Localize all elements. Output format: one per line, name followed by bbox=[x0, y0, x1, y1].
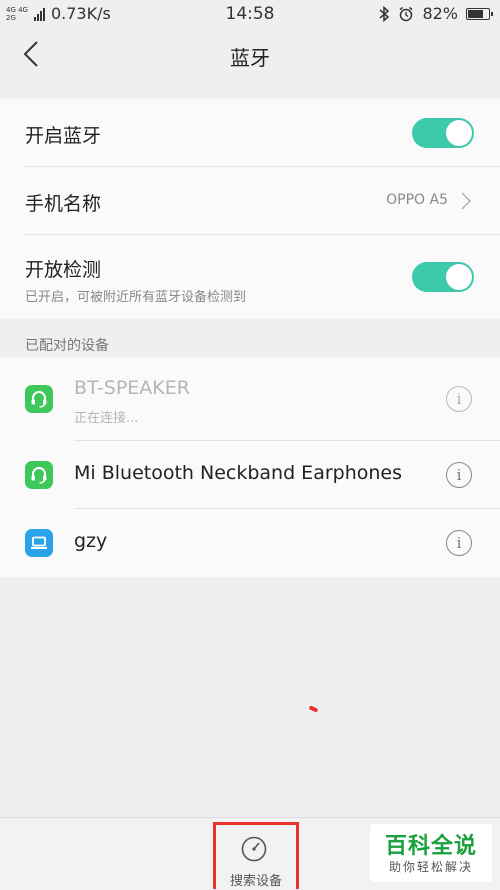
device-name: gzy bbox=[74, 530, 108, 552]
watermark-logo: 百科全说 助你轻松解决 bbox=[370, 824, 492, 882]
info-icon: i bbox=[456, 390, 462, 408]
discoverable-row[interactable]: 开放检测 已开启，可被附近所有蓝牙设备检测到 bbox=[0, 235, 500, 319]
paired-device-row-bt-speaker[interactable]: BT-SPEAKER 正在连接... i bbox=[0, 357, 500, 441]
bluetooth-toggle-switch[interactable] bbox=[412, 118, 474, 148]
alarm-icon bbox=[399, 6, 413, 21]
highlight-annotation bbox=[213, 822, 299, 889]
laptop-icon bbox=[25, 529, 53, 557]
status-bar: 4G 4G 2G 0.73K/s 14:58 82% bbox=[0, 0, 500, 28]
battery-percent: 82% bbox=[422, 4, 458, 23]
bluetooth-toggle-row[interactable]: 开启蓝牙 bbox=[0, 99, 500, 167]
device-name-row[interactable]: 手机名称 OPPO A5 bbox=[0, 167, 500, 235]
info-icon: i bbox=[456, 534, 462, 552]
toggle-knob bbox=[446, 264, 472, 290]
chevron-right-icon bbox=[461, 192, 472, 210]
watermark-subtitle: 助你轻松解决 bbox=[388, 860, 473, 874]
discoverable-toggle-switch[interactable] bbox=[412, 262, 474, 292]
title-bar: 蓝牙 bbox=[0, 28, 500, 82]
device-info-button[interactable]: i bbox=[446, 386, 472, 412]
device-name-value: OPPO A5 bbox=[386, 192, 448, 208]
watermark-title: 百科全说 bbox=[384, 834, 477, 859]
toggle-knob bbox=[446, 120, 472, 146]
discoverable-label: 开放检测 bbox=[25, 259, 102, 281]
bluetooth-settings-card: 开启蓝牙 手机名称 OPPO A5 开放检测 已开启，可被附近所有蓝牙设备检测到 bbox=[0, 99, 500, 319]
discoverable-subtitle: 已开启，可被附近所有蓝牙设备检测到 bbox=[25, 290, 247, 305]
paired-devices-header: 已配对的设备 bbox=[25, 338, 109, 354]
device-connection-status: 正在连接... bbox=[74, 411, 139, 426]
paired-device-row-gzy[interactable]: gzy i bbox=[0, 509, 500, 577]
bluetooth-toggle-label: 开启蓝牙 bbox=[25, 125, 102, 147]
headset-icon bbox=[25, 461, 53, 489]
info-icon: i bbox=[456, 466, 462, 484]
page-title: 蓝牙 bbox=[230, 46, 270, 70]
bluetooth-icon bbox=[379, 5, 390, 22]
device-name-label: 手机名称 bbox=[25, 193, 102, 215]
device-name: Mi Bluetooth Neckband Earphones bbox=[74, 462, 403, 484]
paired-devices-list: BT-SPEAKER 正在连接... i Mi Bluetooth Neckba… bbox=[0, 357, 500, 577]
device-info-button[interactable]: i bbox=[446, 462, 472, 488]
scanning-indicator bbox=[308, 705, 319, 713]
battery-icon bbox=[466, 7, 493, 20]
device-name: BT-SPEAKER bbox=[74, 377, 190, 399]
headset-icon bbox=[25, 385, 53, 413]
device-info-button[interactable]: i bbox=[446, 530, 472, 556]
paired-device-row-mi-neckband[interactable]: Mi Bluetooth Neckband Earphones i bbox=[0, 441, 500, 509]
